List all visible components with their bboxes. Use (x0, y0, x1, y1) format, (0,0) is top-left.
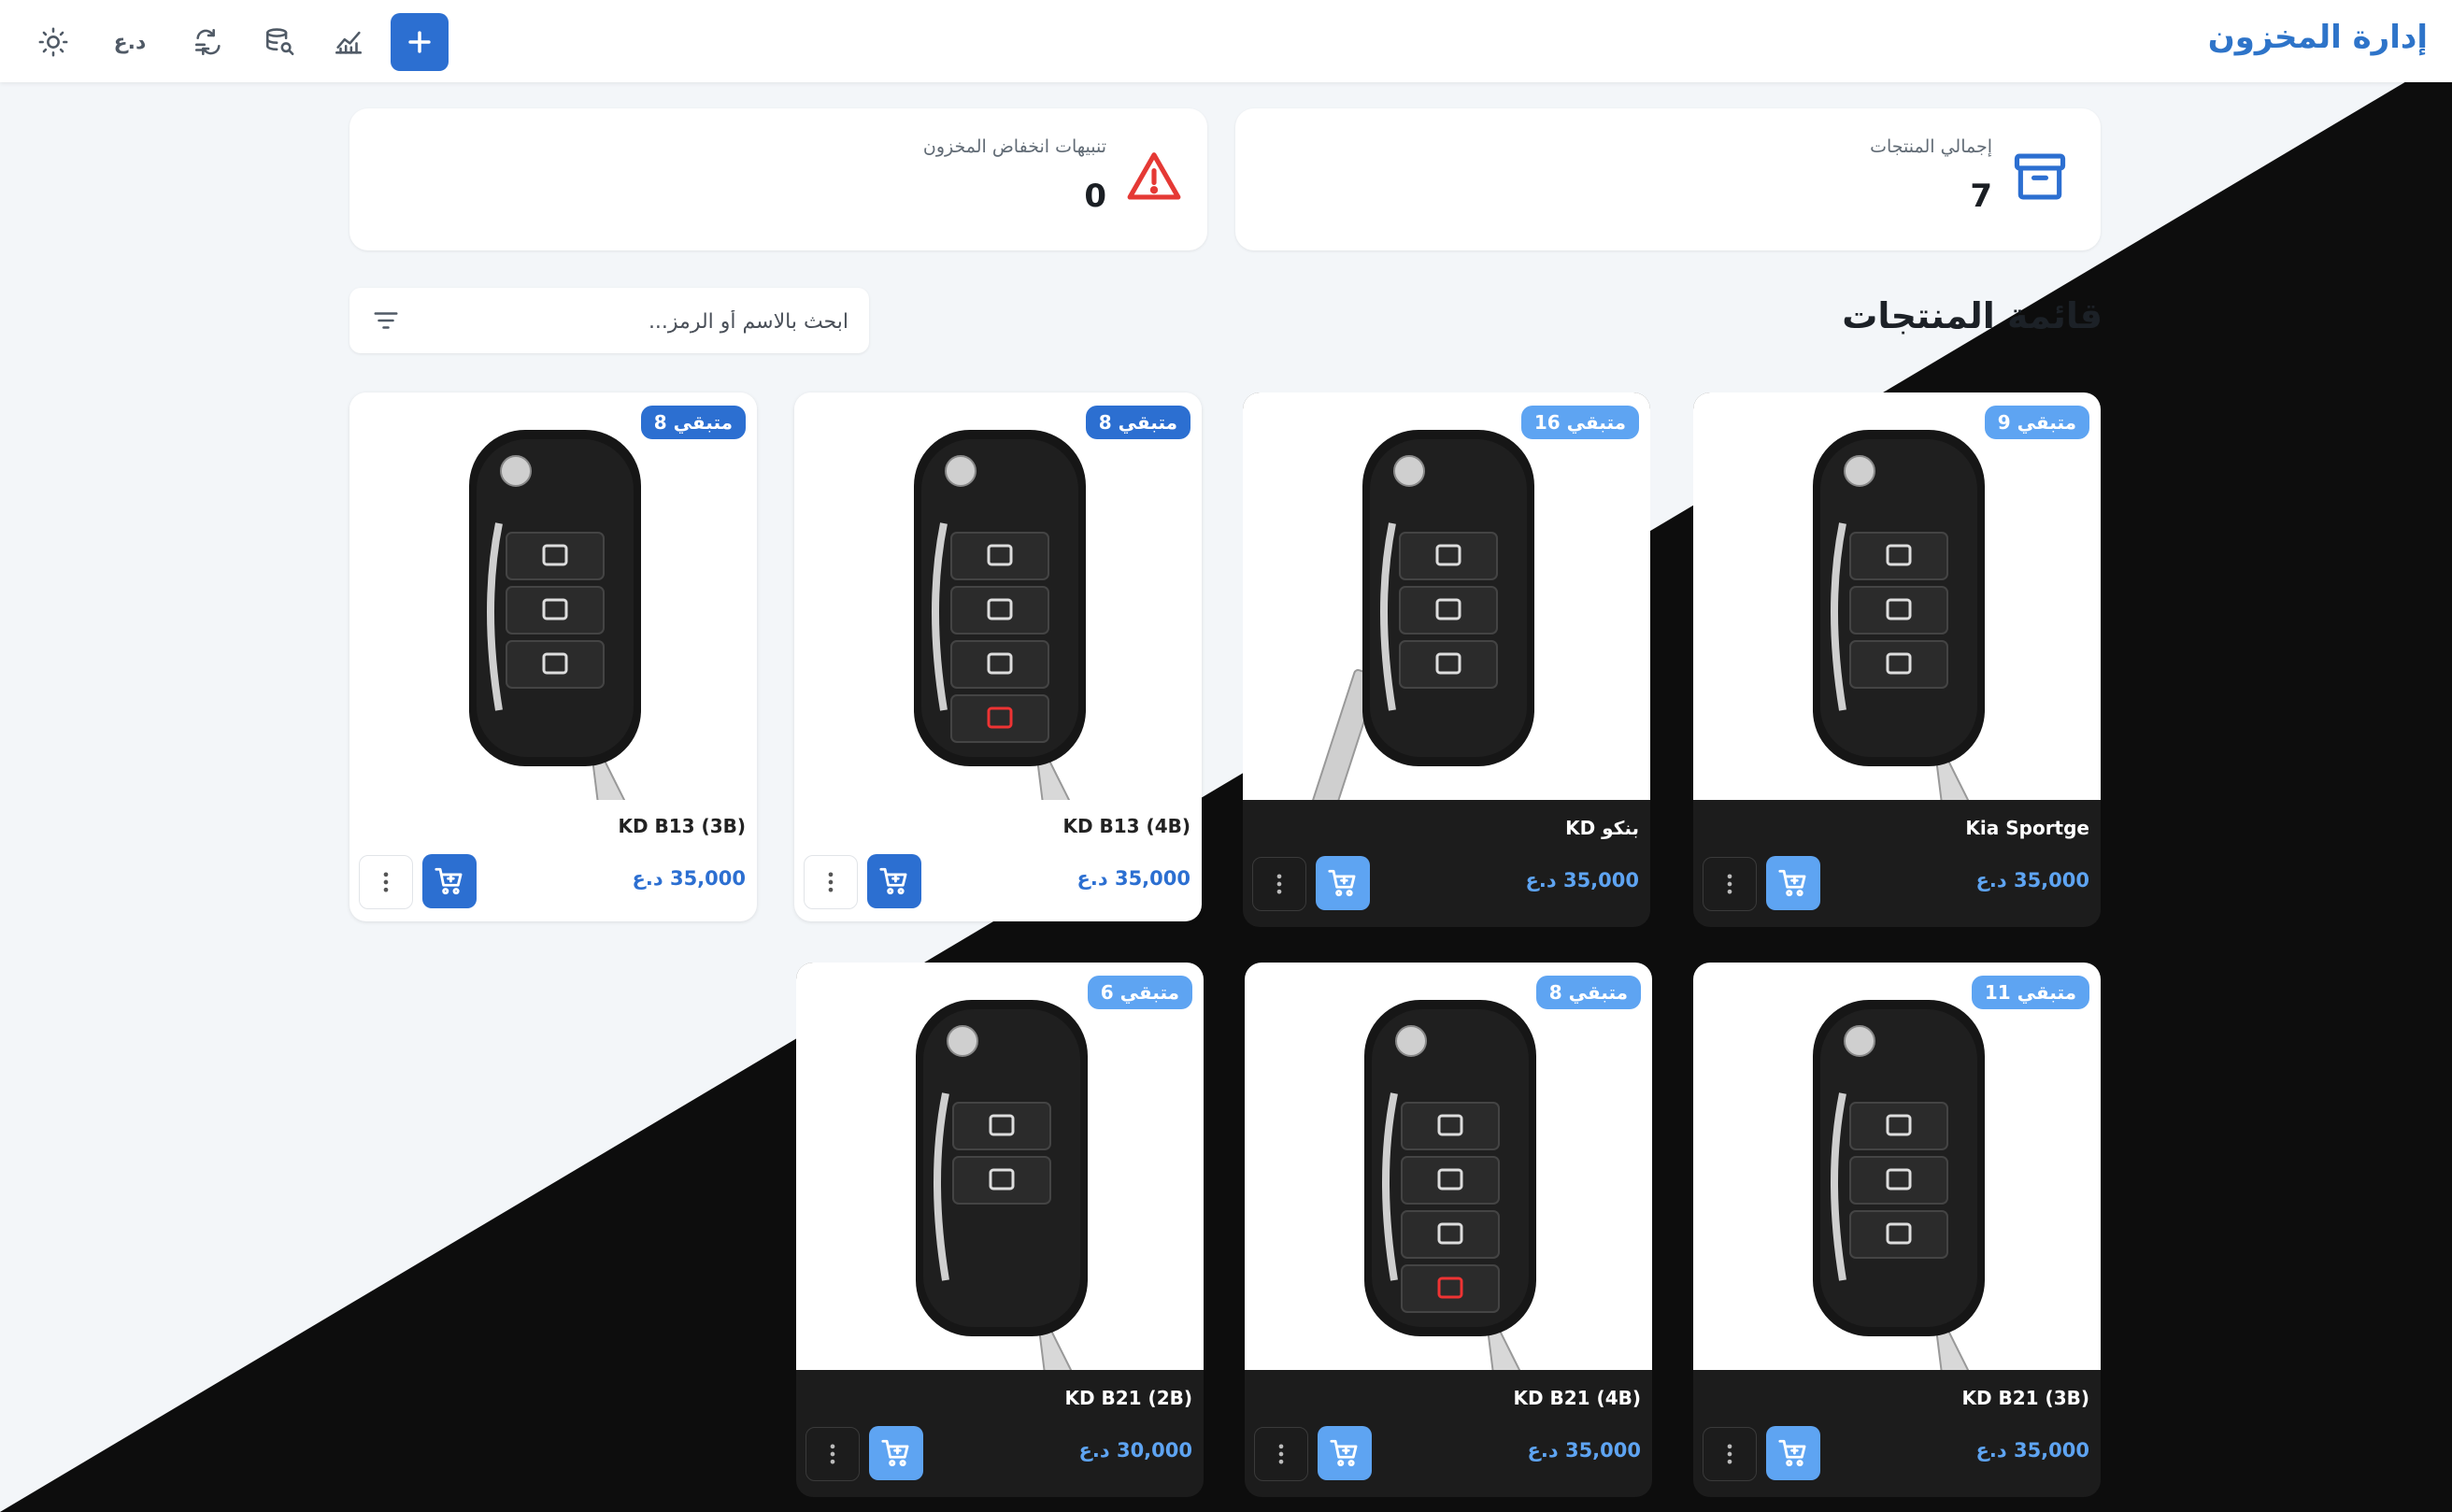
cart-icon (1328, 869, 1356, 897)
exchange-button[interactable] (179, 13, 237, 71)
inventory-search-button[interactable] (250, 13, 308, 71)
cart-icon (1330, 1439, 1358, 1467)
stat-value: 7 (1970, 178, 1992, 215)
product-image (1243, 392, 1650, 837)
product-card[interactable]: متبقي 8 KD B21 (4B) 35,000 د.ع (1245, 963, 1652, 1497)
add-product-button[interactable] (391, 13, 449, 71)
product-card[interactable]: متبقي 16 KD بنكو 35,000 د.ع (1243, 392, 1650, 927)
cart-icon (435, 867, 463, 895)
add-to-cart-button[interactable] (1318, 1426, 1372, 1480)
more-vertical-icon (828, 872, 834, 892)
product-name: KD B13 (4B) (1062, 815, 1190, 837)
product-price: 35,000 د.ع (1975, 1439, 2089, 1462)
currency-label: د.ع (113, 30, 147, 54)
cart-icon (1778, 869, 1806, 897)
product-image (349, 392, 757, 805)
more-vertical-icon (1727, 874, 1732, 894)
stock-badge: متبقي 8 (1535, 976, 1641, 1009)
app-title: إدارة المخزون (2207, 19, 2428, 56)
product-name: KD B21 (2B) (1064, 1387, 1192, 1409)
add-to-cart-button[interactable] (1766, 1426, 1820, 1480)
stat-value: 0 (1084, 178, 1106, 215)
more-options-button[interactable] (1703, 1427, 1757, 1481)
stock-badge: متبقي 9 (1984, 406, 2089, 439)
product-card[interactable]: متبقي 8 KD B13 (3B) 35,000 د.ع (349, 392, 757, 921)
cart-icon (879, 867, 907, 895)
sun-icon (38, 27, 68, 57)
product-search (349, 288, 869, 353)
more-vertical-icon (1727, 1444, 1732, 1464)
product-price: 35,000 د.ع (1527, 1439, 1641, 1462)
product-card[interactable]: متبقي 11 KD B21 (3B) 35,000 د.ع (1693, 963, 2101, 1497)
add-to-cart-button[interactable] (869, 1426, 923, 1480)
plus-icon (408, 31, 431, 53)
product-price: 35,000 د.ع (1525, 869, 1639, 892)
stat-label: إجمالي المنتجات (1870, 136, 1992, 157)
more-options-button[interactable] (804, 855, 858, 909)
product-name: Kia Sportge (1965, 817, 2089, 839)
warning-icon (1127, 152, 1181, 200)
cart-icon (881, 1439, 909, 1467)
product-name: KD B21 (4B) (1513, 1387, 1641, 1409)
products-list-title: قائمة المنتجات (1842, 295, 2103, 336)
more-vertical-icon (383, 872, 389, 892)
top-bar: إدارة المخزون د.ع (0, 0, 2452, 82)
product-image (1693, 392, 2101, 805)
cart-icon (1778, 1439, 1806, 1467)
currency-button[interactable]: د.ع (101, 13, 159, 71)
more-options-button[interactable] (1254, 1427, 1308, 1481)
theme-toggle-button[interactable] (24, 13, 82, 71)
add-to-cart-button[interactable] (422, 854, 477, 908)
exchange-icon (194, 28, 221, 56)
stock-badge: متبقي 16 (1520, 406, 1639, 439)
more-options-button[interactable] (1252, 857, 1306, 911)
product-price: 35,000 د.ع (1076, 867, 1190, 890)
stock-badge: متبقي 8 (640, 406, 746, 439)
product-price: 35,000 د.ع (632, 867, 746, 890)
search-input[interactable] (424, 301, 850, 342)
stock-badge: متبقي 6 (1087, 976, 1192, 1009)
product-price: 30,000 د.ع (1078, 1439, 1192, 1462)
filter-icon[interactable] (370, 307, 402, 335)
product-name: KD بنكو (1565, 817, 1639, 839)
product-name: KD B21 (3B) (1961, 1387, 2089, 1409)
stock-badge: متبقي 11 (1971, 976, 2089, 1009)
stock-badge: متبقي 8 (1085, 406, 1190, 439)
product-image (1245, 963, 1652, 1375)
more-vertical-icon (830, 1444, 835, 1464)
add-to-cart-button[interactable] (867, 854, 921, 908)
product-image (796, 963, 1204, 1375)
more-options-button[interactable] (805, 1427, 860, 1481)
product-image (1693, 963, 2101, 1375)
stat-card-low-stock: تنبيهات انخفاض المخزون 0 (349, 108, 1207, 250)
chart-line-icon (335, 31, 363, 54)
more-vertical-icon (1276, 874, 1282, 894)
product-card[interactable]: متبقي 6 KD B21 (2B) 30,000 د.ع (796, 963, 1204, 1497)
more-vertical-icon (1278, 1444, 1284, 1464)
more-options-button[interactable] (1703, 857, 1757, 911)
more-options-button[interactable] (359, 855, 413, 909)
product-image (794, 392, 1202, 805)
product-card[interactable]: متبقي 9 Kia Sportge 35,000 د.ع (1693, 392, 2101, 927)
add-to-cart-button[interactable] (1766, 856, 1820, 910)
product-name: KD B13 (3B) (618, 815, 746, 837)
archive-box-icon (2014, 153, 2066, 200)
stat-card-total-products: إجمالي المنتجات 7 (1235, 108, 2101, 250)
database-search-icon (265, 28, 294, 56)
analytics-button[interactable] (320, 13, 378, 71)
product-price: 35,000 د.ع (1975, 869, 2089, 892)
stat-label: تنبيهات انخفاض المخزون (922, 136, 1106, 157)
add-to-cart-button[interactable] (1316, 856, 1370, 910)
product-card[interactable]: متبقي 8 KD B13 (4B) 35,000 د.ع (794, 392, 1202, 921)
